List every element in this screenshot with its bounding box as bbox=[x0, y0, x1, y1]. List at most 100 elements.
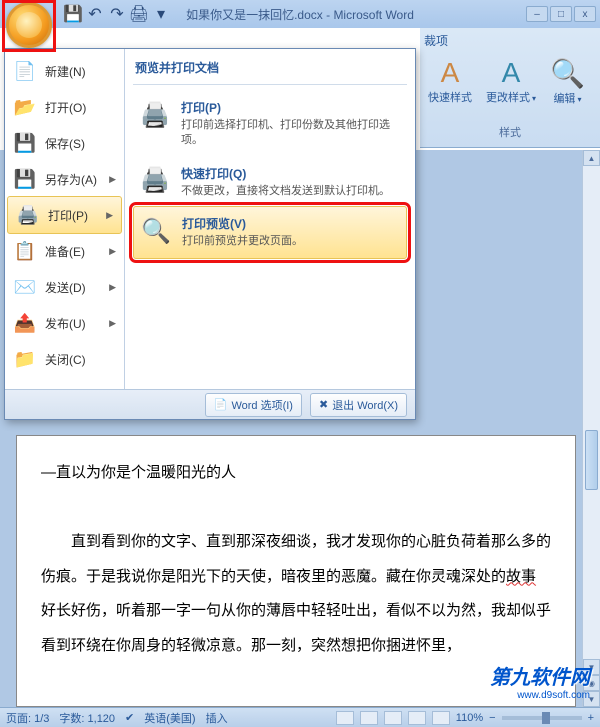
quick-styles-button[interactable]: A 快速样式 bbox=[424, 55, 476, 107]
ribbon-tab[interactable]: 裁项 bbox=[424, 32, 596, 49]
new-doc-icon: 📄 bbox=[13, 59, 37, 83]
close-button[interactable]: x bbox=[574, 6, 596, 22]
window-controls: – □ x bbox=[526, 6, 600, 22]
status-mode[interactable]: 插入 bbox=[206, 710, 228, 726]
office-logo-icon bbox=[16, 12, 42, 38]
menu-save-as-label: 另存为(A) bbox=[45, 171, 97, 188]
doc-body-1: 直到看到你的文字、直到那深夜细谈，我才发现你的心脏负荷着那么多的伤痕。于是我说你… bbox=[41, 533, 551, 585]
exit-word-label: 退出 Word(X) bbox=[332, 397, 398, 413]
menu-publish[interactable]: 📤 发布(U) ▶ bbox=[5, 305, 124, 341]
menu-close[interactable]: 📁 关闭(C) bbox=[5, 341, 124, 377]
status-words[interactable]: 字数: 1,120 bbox=[59, 710, 115, 726]
view-web-icon[interactable] bbox=[384, 711, 402, 725]
undo-icon[interactable]: ↶ bbox=[86, 5, 104, 23]
sub-print-preview-desc: 打印前预览并更改页面。 bbox=[182, 234, 400, 249]
zoom-slider[interactable] bbox=[502, 716, 582, 720]
view-fullscreen-icon[interactable] bbox=[360, 711, 378, 725]
menu-new[interactable]: 📄 新建(N) bbox=[5, 53, 124, 89]
sub-quick-print-desc: 不做更改，直接将文档发送到默认打印机。 bbox=[181, 184, 401, 199]
menu-print[interactable]: 🖨️ 打印(P) ▶ bbox=[7, 196, 122, 234]
save-icon: 💾 bbox=[13, 131, 37, 155]
chevron-right-icon: ▶ bbox=[106, 210, 113, 221]
doc-squiggle: 故事 bbox=[506, 568, 536, 585]
menu-open-label: 打开(O) bbox=[45, 99, 86, 116]
save-icon[interactable]: 💾 bbox=[64, 5, 82, 23]
ribbon-styles-group: A 快速样式 A 更改样式 🔍 编辑 bbox=[424, 55, 596, 108]
sub-print-preview[interactable]: 🔍 打印预览(V) 打印前预览并更改页面。 bbox=[133, 206, 407, 258]
quick-styles-label: 快速样式 bbox=[428, 89, 472, 105]
window-title: 如果你又是一抹回忆.docx - Microsoft Word bbox=[186, 6, 414, 23]
chevron-right-icon: ▶ bbox=[109, 282, 116, 293]
menu-open[interactable]: 📂 打开(O) bbox=[5, 89, 124, 125]
change-styles-button[interactable]: A 更改样式 bbox=[482, 55, 540, 107]
watermark: 第九软件网 www.d9soft.com bbox=[490, 661, 590, 701]
chevron-right-icon: ▶ bbox=[109, 246, 116, 257]
word-options-label: Word 选项(I) bbox=[231, 397, 293, 413]
titlebar: 💾 ↶ ↷ 🖨 ▾ 如果你又是一抹回忆.docx - Microsoft Wor… bbox=[0, 0, 600, 28]
change-styles-label: 更改样式 bbox=[486, 89, 536, 105]
view-draft-icon[interactable] bbox=[432, 711, 450, 725]
view-outline-icon[interactable] bbox=[408, 711, 426, 725]
exit-word-button[interactable]: ✖ 退出 Word(X) bbox=[310, 393, 407, 417]
qat-dropdown-icon[interactable]: ▾ bbox=[152, 5, 170, 23]
menu-send[interactable]: ✉️ 发送(D) ▶ bbox=[5, 269, 124, 305]
ribbon: 裁项 A 快速样式 A 更改样式 🔍 编辑 样式 bbox=[420, 28, 600, 148]
quick-print-icon: 🖨️ bbox=[139, 165, 171, 197]
office-menu-right: 预览并打印文档 🖨️ 打印(P) 打印前选择打印机、打印份数及其他打印选项。 🖨… bbox=[125, 49, 415, 389]
menu-prepare[interactable]: 📋 准备(E) ▶ bbox=[5, 233, 124, 269]
menu-print-label: 打印(P) bbox=[48, 207, 88, 224]
word-options-button[interactable]: 📄 Word 选项(I) bbox=[205, 393, 302, 417]
office-menu-left: 📄 新建(N) 📂 打开(O) 💾 保存(S) 💾 另存为(A) ▶ 🖨️ 打印… bbox=[5, 49, 125, 389]
exit-icon: ✖ bbox=[319, 398, 328, 411]
menu-prepare-label: 准备(E) bbox=[45, 243, 85, 260]
statusbar: 页面: 1/3 字数: 1,120 ✔ 英语(美国) 插入 110% − + bbox=[0, 707, 600, 727]
menu-save-as[interactable]: 💾 另存为(A) ▶ bbox=[5, 161, 124, 197]
minimize-button[interactable]: – bbox=[526, 6, 548, 22]
menu-publish-label: 发布(U) bbox=[45, 315, 86, 332]
office-button[interactable] bbox=[6, 2, 52, 48]
vertical-scrollbar[interactable]: ▲ ▼ ◉ ▼ bbox=[582, 150, 600, 707]
menu-save[interactable]: 💾 保存(S) bbox=[5, 125, 124, 161]
sub-quick-print-title: 快速打印(Q) bbox=[181, 165, 401, 182]
open-folder-icon: 📂 bbox=[13, 95, 37, 119]
printer-icon: 🖨️ bbox=[139, 99, 171, 131]
sub-print[interactable]: 🖨️ 打印(P) 打印前选择打印机、打印份数及其他打印选项。 bbox=[133, 91, 407, 157]
submenu-header: 预览并打印文档 bbox=[133, 55, 407, 85]
menu-new-label: 新建(N) bbox=[45, 63, 86, 80]
status-right: 110% − + bbox=[336, 711, 594, 725]
document-body: —直以为你是个温暖阳光的人 直到看到你的文字、直到那深夜细谈，我才发现你的心脏负… bbox=[41, 456, 551, 663]
office-menu-body: 📄 新建(N) 📂 打开(O) 💾 保存(S) 💾 另存为(A) ▶ 🖨️ 打印… bbox=[5, 49, 415, 389]
edit-button[interactable]: 🔍 编辑 bbox=[546, 55, 589, 108]
close-doc-icon: 📁 bbox=[13, 347, 37, 371]
sub-print-desc: 打印前选择打印机、打印份数及其他打印选项。 bbox=[181, 118, 401, 149]
watermark-text: 第九软件网 bbox=[490, 661, 590, 690]
menu-save-label: 保存(S) bbox=[45, 135, 85, 152]
redo-icon[interactable]: ↷ bbox=[108, 5, 126, 23]
status-page[interactable]: 页面: 1/3 bbox=[6, 710, 49, 726]
send-icon: ✉️ bbox=[13, 275, 37, 299]
menu-close-label: 关闭(C) bbox=[45, 351, 86, 368]
zoom-in-icon[interactable]: + bbox=[588, 712, 594, 724]
prepare-icon: 📋 bbox=[13, 239, 37, 263]
sub-print-title: 打印(P) bbox=[181, 99, 401, 116]
sub-print-preview-title: 打印预览(V) bbox=[182, 215, 400, 232]
chevron-right-icon: ▶ bbox=[109, 174, 116, 185]
scroll-up-icon[interactable]: ▲ bbox=[583, 150, 600, 166]
save-as-icon: 💾 bbox=[13, 167, 37, 191]
scroll-thumb[interactable] bbox=[585, 430, 598, 490]
spellcheck-icon[interactable]: ✔ bbox=[125, 711, 134, 724]
qat-more-icon[interactable]: 🖨 bbox=[130, 5, 148, 23]
view-print-layout-icon[interactable] bbox=[336, 711, 354, 725]
office-menu: 📄 新建(N) 📂 打开(O) 💾 保存(S) 💾 另存为(A) ▶ 🖨️ 打印… bbox=[4, 48, 416, 420]
sub-quick-print[interactable]: 🖨️ 快速打印(Q) 不做更改，直接将文档发送到默认打印机。 bbox=[133, 157, 407, 207]
edit-icon: 🔍 bbox=[550, 57, 585, 90]
status-language[interactable]: 英语(美国) bbox=[144, 710, 195, 726]
status-zoom[interactable]: 110% bbox=[456, 712, 483, 724]
office-menu-footer: 📄 Word 选项(I) ✖ 退出 Word(X) bbox=[5, 389, 415, 419]
zoom-out-icon[interactable]: − bbox=[489, 712, 495, 724]
maximize-button[interactable]: □ bbox=[550, 6, 572, 22]
quick-access-toolbar: 💾 ↶ ↷ 🖨 ▾ bbox=[64, 5, 170, 23]
menu-send-label: 发送(D) bbox=[45, 279, 86, 296]
zoom-thumb[interactable] bbox=[542, 712, 550, 724]
edit-label: 编辑 bbox=[553, 90, 581, 106]
